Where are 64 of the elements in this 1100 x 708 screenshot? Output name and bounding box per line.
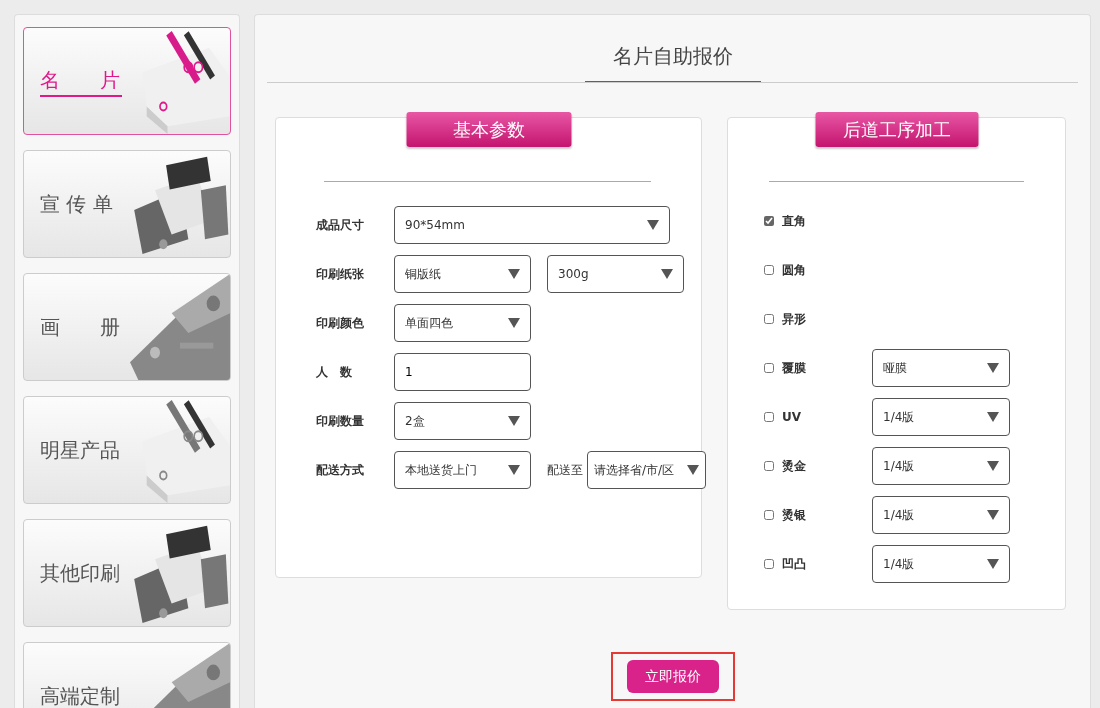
caret-icon — [508, 317, 520, 328]
option-label: 凹凸 — [782, 555, 807, 573]
quote-button[interactable]: 立即报价 — [626, 660, 719, 693]
category-tile[interactable]: 宣 传 单 — [23, 150, 231, 258]
category-tile[interactable]: 画 册 — [23, 273, 231, 381]
checkbox[interactable] — [764, 411, 774, 422]
dropdown[interactable]: 90*54mm — [394, 205, 670, 244]
dropdown[interactable]: 单面四色 — [394, 303, 531, 342]
field-label: 配送方式 — [316, 461, 365, 479]
category-tile[interactable]: 其他印刷 — [23, 519, 231, 627]
checkbox[interactable] — [764, 264, 774, 275]
caret-icon — [661, 268, 673, 279]
category-label: 名 片 — [40, 65, 122, 97]
caret-icon — [987, 362, 999, 373]
caret-icon — [987, 509, 999, 520]
checkbox[interactable] — [764, 460, 774, 471]
category-tile[interactable]: 名 片 — [23, 27, 231, 135]
field-label: 成品尺寸 — [316, 216, 365, 234]
checkbox[interactable] — [764, 558, 774, 569]
caret-icon — [508, 268, 520, 279]
checkbox[interactable] — [764, 509, 774, 520]
category-label: 其他印刷 — [40, 560, 120, 587]
caret-icon — [647, 219, 659, 230]
option-label: UV — [782, 408, 803, 426]
section-ribbon: 后道工序加工 — [815, 112, 978, 147]
caret-icon — [687, 464, 699, 475]
dropdown[interactable]: 300g — [547, 254, 684, 293]
checkbox[interactable] — [764, 313, 774, 324]
dropdown[interactable]: 本地送货上门 — [394, 450, 531, 489]
caret-icon — [987, 411, 999, 422]
caret-icon — [987, 558, 999, 569]
option-label: 异形 — [782, 310, 807, 328]
category-label: 高端定制 — [40, 683, 120, 708]
checkbox[interactable] — [764, 362, 774, 373]
category-tile[interactable]: 高端定制 — [23, 642, 231, 708]
category-tile[interactable]: 明星产品 — [23, 396, 231, 504]
field-label: 人 数 — [316, 363, 353, 381]
page-title: 名片自助报价 — [584, 15, 761, 83]
field-label: 印刷纸张 — [316, 265, 365, 283]
section-ribbon: 基本参数 — [406, 112, 571, 147]
field-label: 配送至 — [547, 461, 583, 479]
dropdown[interactable]: 1/4版 — [872, 544, 1010, 583]
dropdown[interactable]: 1/4版 — [872, 495, 1010, 534]
category-label: 宣 传 单 — [40, 191, 113, 218]
option-label: 圆角 — [782, 261, 807, 279]
category-label: 画 册 — [40, 314, 120, 341]
dropdown[interactable]: 请选择省/市/区 — [587, 450, 706, 489]
dropdown[interactable]: 铜版纸 — [394, 254, 531, 293]
input-field[interactable]: 1 — [394, 352, 531, 391]
caret-icon — [987, 460, 999, 471]
option-label: 直角 — [782, 212, 807, 230]
option-label: 烫银 — [782, 506, 807, 524]
dropdown[interactable]: 哑膜 — [872, 348, 1010, 387]
checkbox[interactable] — [764, 215, 774, 226]
field-label: 印刷数量 — [316, 412, 365, 430]
option-label: 烫金 — [782, 457, 807, 475]
option-label: 覆膜 — [782, 359, 807, 377]
dropdown[interactable]: 1/4版 — [872, 446, 1010, 485]
category-label: 明星产品 — [40, 437, 120, 464]
dropdown[interactable]: 2盒 — [394, 401, 531, 440]
dropdown[interactable]: 1/4版 — [872, 397, 1010, 436]
caret-icon — [508, 415, 520, 426]
caret-icon — [508, 464, 520, 475]
field-label: 印刷颜色 — [316, 314, 365, 332]
